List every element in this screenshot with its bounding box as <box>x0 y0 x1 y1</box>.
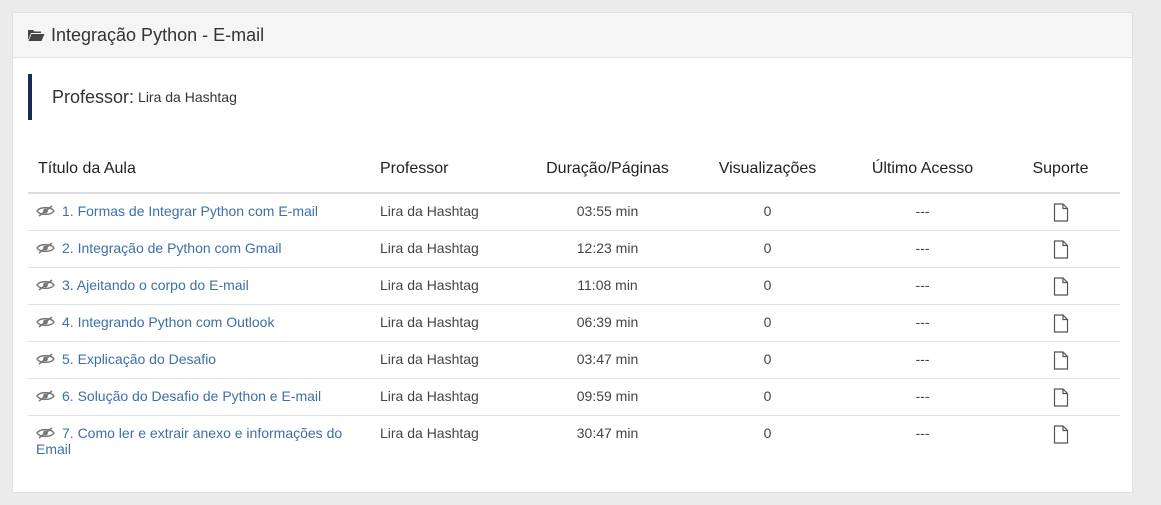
lesson-title-cell: 5. Explicação do Desafio <box>28 341 374 379</box>
header-duration: Duração/Páginas <box>524 146 691 194</box>
lesson-support <box>1001 378 1120 416</box>
eye-slash-icon <box>36 426 55 439</box>
lesson-duration: 30:47 min <box>576 424 639 441</box>
lesson-last-access: --- <box>915 424 930 441</box>
lesson-support <box>1001 230 1120 268</box>
eye-slash-icon <box>36 278 55 291</box>
lesson-title-cell: 3. Ajeitando o corpo do E-mail <box>28 267 374 305</box>
professor-box: Professor: Lira da Hashtag <box>28 74 237 120</box>
document-icon[interactable] <box>1053 424 1069 444</box>
lesson-title-cell: 1. Formas de Integrar Python com E-mail <box>28 193 374 231</box>
lesson-link[interactable]: 1. Formas de Integrar Python com E-mail <box>62 203 318 219</box>
header-support: Suporte <box>1001 146 1120 194</box>
folder-open-icon <box>27 28 45 42</box>
lesson-views: 0 <box>691 230 844 268</box>
lesson-views: 0 <box>691 378 844 416</box>
panel-header: Integração Python - E-mail <box>13 13 1132 58</box>
lesson-link[interactable]: 7. Como ler e extrair anexo e informaçõe… <box>36 425 342 457</box>
lesson-views: 0 <box>763 424 772 441</box>
eye-slash-icon <box>36 352 55 365</box>
lesson-title-cell: 7. Como ler e extrair anexo e informaçõe… <box>28 415 374 465</box>
lesson-professor: Lira da Hashtag <box>374 378 524 416</box>
lesson-professor: Lira da Hashtag <box>374 193 524 231</box>
lesson-last-access: --- <box>844 230 1001 268</box>
document-icon[interactable] <box>1053 350 1069 370</box>
table-header-row: Título da Aula Professor Duração/Páginas… <box>28 146 1120 194</box>
lesson-last-access: --- <box>844 304 1001 342</box>
table-row: 5. Explicação do Desafio Lira da Hashtag 0… <box>28 341 1120 379</box>
lesson-link[interactable]: 4. Integrando Python com Outlook <box>62 314 274 330</box>
lesson-duration: 11:08 min <box>524 267 691 305</box>
header-professor: Professor <box>374 146 524 194</box>
lesson-professor: Lira da Hashtag <box>374 304 524 342</box>
lesson-views: 0 <box>691 193 844 231</box>
document-icon[interactable] <box>1053 313 1069 333</box>
eye-slash-icon <box>36 315 55 328</box>
header-last-access: Último Acesso <box>844 146 1001 194</box>
professor-name: Lira da Hashtag <box>138 89 237 105</box>
lesson-views: 0 <box>691 304 844 342</box>
course-panel: Integração Python - E-mail Professor: Li… <box>12 12 1133 493</box>
lesson-link[interactable]: 5. Explicação do Desafio <box>62 351 216 367</box>
lesson-title-cell: 4. Integrando Python com Outlook <box>28 304 374 342</box>
professor-label: Professor: <box>52 86 135 107</box>
document-icon[interactable] <box>1053 239 1069 259</box>
lesson-last-access: --- <box>844 267 1001 305</box>
lesson-support <box>1001 415 1120 465</box>
lesson-title-cell: 2. Integração de Python com Gmail <box>28 230 374 268</box>
lesson-professor: Lira da Hashtag <box>374 267 524 305</box>
panel-title: Integração Python - E-mail <box>51 24 265 45</box>
lesson-duration: 09:59 min <box>524 378 691 416</box>
lesson-last-access: --- <box>844 193 1001 231</box>
header-views: Visualizações <box>691 146 844 194</box>
lesson-duration: 03:55 min <box>524 193 691 231</box>
lesson-link[interactable]: 6. Solução do Desafio de Python e E-mail <box>62 388 321 404</box>
lesson-duration: 06:39 min <box>524 304 691 342</box>
lesson-professor: Lira da Hashtag <box>374 341 524 379</box>
table-row: 1. Formas de Integrar Python com E-mail L… <box>28 193 1120 231</box>
eye-slash-icon <box>36 204 55 217</box>
lesson-last-access: --- <box>844 378 1001 416</box>
lesson-last-access: --- <box>844 341 1001 379</box>
lesson-support <box>1001 341 1120 379</box>
lesson-title-cell: 6. Solução do Desafio de Python e E-mail <box>28 378 374 416</box>
table-row: 4. Integrando Python com Outlook Lira da … <box>28 304 1120 342</box>
lesson-professor: Lira da Hashtag <box>380 424 479 441</box>
header-title: Título da Aula <box>28 146 374 194</box>
lesson-support <box>1001 267 1120 305</box>
document-icon[interactable] <box>1053 203 1069 222</box>
eye-slash-icon <box>36 389 55 402</box>
lesson-views: 0 <box>691 341 844 379</box>
eye-slash-icon <box>36 241 55 254</box>
lessons-table: Título da Aula Professor Duração/Páginas… <box>28 146 1120 465</box>
table-row: 2. Integração de Python com Gmail Lira da… <box>28 230 1120 268</box>
lesson-support <box>1001 304 1120 342</box>
table-row: 3. Ajeitando o corpo do E-mail Lira da Ha… <box>28 267 1120 305</box>
lesson-duration: 12:23 min <box>524 230 691 268</box>
document-icon[interactable] <box>1053 276 1069 296</box>
lesson-views: 0 <box>691 267 844 305</box>
table-row: 6. Solução do Desafio de Python e E-mail… <box>28 378 1120 416</box>
lesson-duration: 03:47 min <box>524 341 691 379</box>
lesson-link[interactable]: 3. Ajeitando o corpo do E-mail <box>62 277 249 293</box>
lesson-professor: Lira da Hashtag <box>374 230 524 268</box>
lesson-link[interactable]: 2. Integração de Python com Gmail <box>62 240 281 256</box>
document-icon[interactable] <box>1053 387 1069 407</box>
table-row: 7. Como ler e extrair anexo e informaçõe… <box>28 415 1120 465</box>
lesson-support <box>1001 193 1120 231</box>
